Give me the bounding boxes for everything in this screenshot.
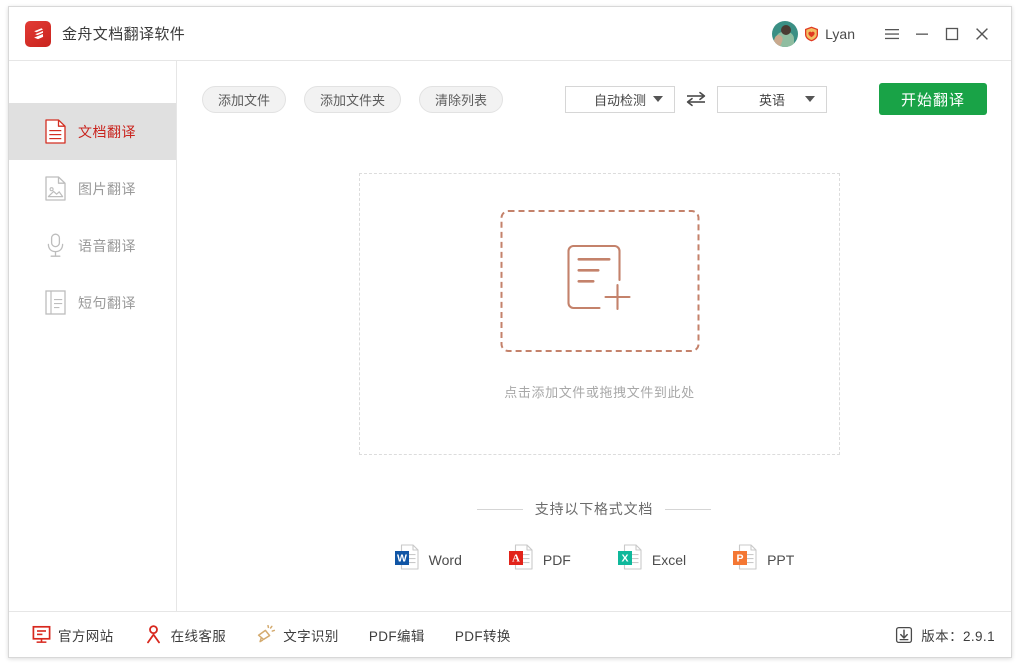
word-file-icon: W — [394, 543, 420, 576]
document-add-icon — [563, 240, 637, 323]
sidebar-item-document-translate[interactable]: 文档翻译 — [9, 103, 176, 160]
format-item-ppt: P PPT — [732, 543, 794, 576]
divider-left — [476, 508, 523, 510]
sidebar-item-short-text-translate[interactable]: 短句翻译 — [9, 274, 176, 331]
main-content: 添加文件 添加文件夹 清除列表 自动检测 英语 开始翻译 点击添加文件或拖拽文件… — [177, 61, 1011, 611]
minimize-icon[interactable] — [907, 19, 937, 49]
sidebar-item-label: 语音翻译 — [78, 237, 136, 254]
sidebar-item-label: 短句翻译 — [78, 294, 136, 311]
format-item-word: W Word — [394, 543, 462, 576]
start-translate-button[interactable]: 开始翻译 — [878, 83, 987, 115]
bottom-item-text-recognition[interactable]: 文字识别 — [256, 625, 339, 645]
format-label: Excel — [651, 551, 687, 568]
divider-right — [665, 508, 712, 510]
bottom-item-pdf-convert[interactable]: PDF转换 — [455, 625, 511, 645]
body-row: 文档翻译 图片翻译 语音翻译 短句翻译 添加文件 添加文件夹 清除列表 自动检测… — [9, 61, 1011, 611]
avatar-head — [781, 24, 792, 35]
svg-text:X: X — [621, 553, 628, 565]
account-area[interactable]: Lyan — [772, 20, 855, 47]
target-language-value: 英语 — [759, 92, 786, 108]
close-icon[interactable] — [967, 19, 997, 49]
format-label: PDF — [542, 551, 571, 568]
menu-icon[interactable] — [877, 19, 907, 49]
vip-shield-icon — [805, 26, 819, 41]
megaphone-icon — [256, 625, 276, 645]
supported-formats-section: 支持以下格式文档 W Word A PDF X Excel P PPT — [177, 499, 1011, 576]
format-label: PPT — [767, 551, 795, 568]
excel-file-icon: X — [617, 543, 643, 576]
pdf-file-icon: A — [508, 543, 534, 576]
sidebar-item-label: 图片翻译 — [78, 180, 136, 197]
bottom-item-pdf-edit[interactable]: PDF编辑 — [369, 625, 425, 645]
svg-text:P: P — [737, 553, 744, 565]
source-language-value: 自动检测 — [594, 92, 647, 108]
title-bar: 金舟文档翻译软件 Lyan — [9, 7, 1011, 61]
target-language-select[interactable]: 英语 — [717, 85, 828, 113]
app-title: 金舟文档翻译软件 — [62, 26, 186, 43]
avatar[interactable] — [772, 20, 799, 47]
svg-text:A: A — [512, 553, 520, 565]
sidebar-item-label: 文档翻译 — [78, 123, 136, 140]
bottom-item-official-website[interactable]: 官方网站 — [31, 625, 114, 645]
language-group: 自动检测 英语 — [565, 85, 828, 113]
clear-list-button[interactable]: 清除列表 — [419, 85, 504, 113]
swap-languages-icon[interactable] — [675, 91, 717, 107]
chevron-down-icon — [653, 96, 664, 102]
maximize-icon[interactable] — [937, 19, 967, 49]
username-label: Lyan — [825, 25, 855, 42]
bottom-item-label: 在线客服 — [170, 628, 227, 644]
window-controls — [877, 19, 997, 49]
bottom-item-label: PDF编辑 — [368, 628, 425, 644]
format-item-pdf: A PDF — [508, 543, 571, 576]
add-folder-button[interactable]: 添加文件夹 — [304, 85, 402, 113]
sidebar: 文档翻译 图片翻译 语音翻译 短句翻译 — [9, 61, 177, 611]
toolbar: 添加文件 添加文件夹 清除列表 自动检测 英语 开始翻译 — [177, 61, 1011, 115]
add-file-button[interactable]: 添加文件 — [202, 85, 287, 113]
app-logo-icon — [25, 20, 51, 47]
short-text-translate-icon — [43, 290, 67, 316]
source-language-select[interactable]: 自动检测 — [565, 85, 676, 113]
version-label: 版本：2.9.1 — [921, 628, 995, 644]
customer-service-person-icon — [144, 625, 164, 645]
image-translate-icon — [43, 176, 67, 202]
file-dropzone[interactable]: 点击添加文件或拖拽文件到此处 — [359, 173, 840, 455]
svg-text:W: W — [397, 553, 407, 565]
format-label: Word — [428, 551, 462, 568]
app-root: 金舟文档翻译软件 Lyan 文档翻译 图片翻译 语音翻译 短句翻译 添加文件 添… — [0, 0, 1020, 667]
bottom-item-label: 文字识别 — [283, 628, 339, 644]
application-window: 金舟文档翻译软件 Lyan 文档翻译 图片翻译 语音翻译 短句翻译 添加文件 添… — [8, 6, 1012, 658]
version-area[interactable]: 版本：2.9.1 — [894, 625, 995, 645]
bottom-item-label: 官方网站 — [58, 628, 114, 644]
ppt-file-icon: P — [732, 543, 758, 576]
sidebar-item-image-translate[interactable]: 图片翻译 — [9, 160, 176, 217]
bottom-bar: 官方网站 在线客服 文字识别 PDF编辑 PDF转换 版本：2.9.1 — [9, 611, 1011, 657]
download-icon — [894, 625, 914, 645]
bottom-item-online-service[interactable]: 在线客服 — [144, 625, 227, 645]
chevron-down-icon — [805, 96, 816, 102]
dropzone-inner-frame[interactable] — [500, 210, 699, 352]
sidebar-item-voice-translate[interactable]: 语音翻译 — [9, 217, 176, 274]
document-translate-icon — [43, 119, 67, 145]
monitor-icon — [31, 625, 51, 645]
microphone-translate-icon — [43, 233, 67, 259]
bottom-item-label: PDF转换 — [454, 628, 511, 644]
supported-formats-list: W Word A PDF X Excel P PPT — [177, 543, 1011, 576]
supported-formats-title-row: 支持以下格式文档 — [177, 499, 1011, 519]
format-item-excel: X Excel — [617, 543, 686, 576]
supported-formats-title: 支持以下格式文档 — [534, 501, 654, 517]
dropzone-hint-text: 点击添加文件或拖拽文件到此处 — [504, 385, 695, 400]
